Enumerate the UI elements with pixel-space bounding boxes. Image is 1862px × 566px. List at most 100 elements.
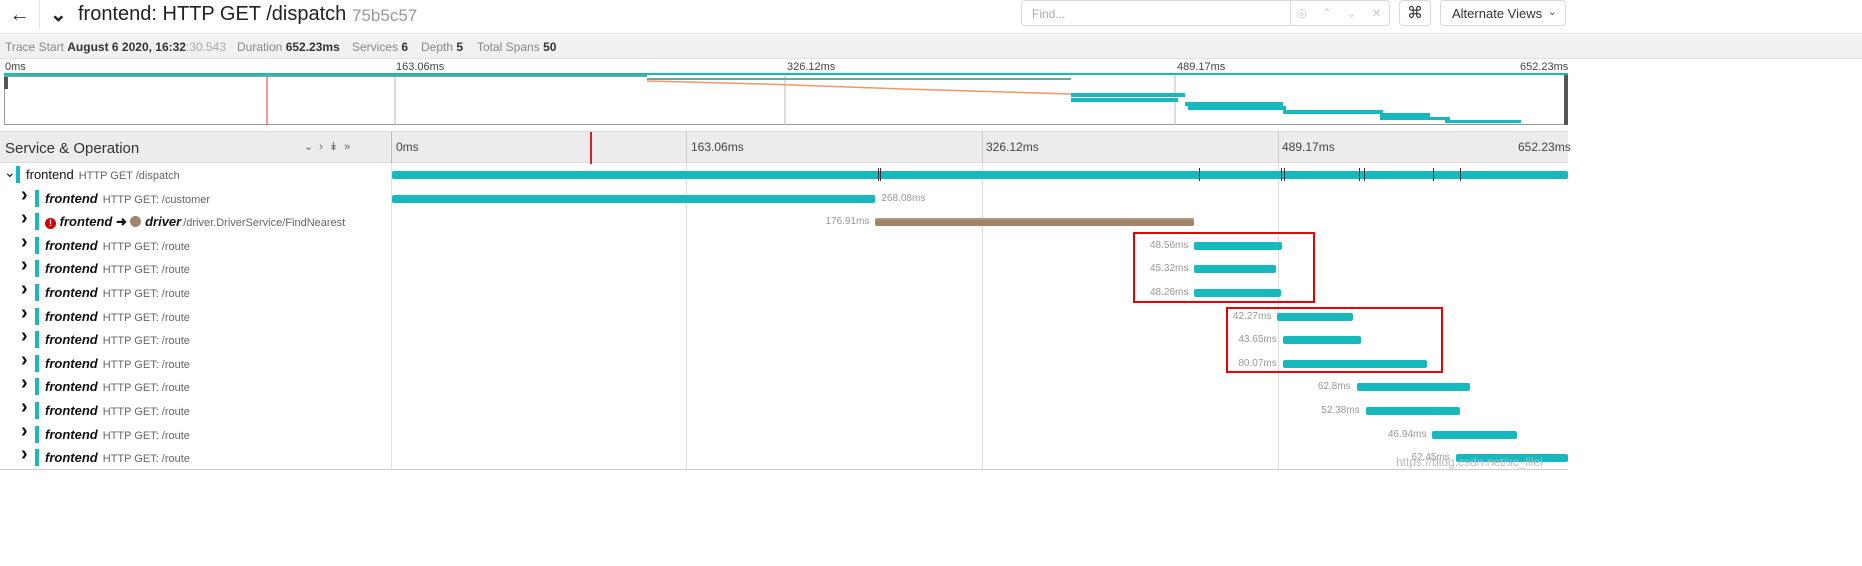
- minimap-canvas[interactable]: [4, 73, 1568, 125]
- top-bar: ← ⌄ frontend: HTTP GET /dispatch 75b5c57…: [0, 0, 1862, 34]
- span-row[interactable]: › frontend HTTP GET: /route 52.38ms: [0, 396, 1568, 423]
- span-name-cell[interactable]: › frontend HTTP GET: /route: [0, 325, 392, 352]
- chevron-right-icon[interactable]: ›: [21, 231, 28, 254]
- span-bar-cell[interactable]: 52.38ms: [392, 399, 1568, 423]
- span-duration-label: 268.08ms: [881, 192, 926, 204]
- operation-name: HTTP GET: /customer: [102, 193, 211, 206]
- span-row[interactable]: › frontend HTTP GET: /route 48.26ms: [0, 278, 1568, 305]
- column-divider[interactable]: [391, 132, 392, 164]
- header-tick: 0ms: [396, 140, 419, 154]
- service-label: frontend: [45, 332, 98, 348]
- total-spans-label: Total Spans: [477, 40, 540, 54]
- span-row[interactable]: › frontend HTTP GET: /route 45.32ms: [0, 254, 1568, 281]
- service-name: frontend HTTP GET: /route: [45, 309, 190, 324]
- span-bar-cell[interactable]: 45.32ms: [392, 257, 1568, 281]
- span-name-cell[interactable]: › frontend HTTP GET: /route: [0, 254, 392, 281]
- span-bar-cell[interactable]: 46.94ms: [392, 423, 1568, 447]
- span-bar[interactable]: [392, 171, 1568, 179]
- service-label: frontend: [45, 237, 98, 253]
- span-bar-cell[interactable]: 48.26ms: [392, 281, 1568, 305]
- minimap-right-handle: [1564, 73, 1568, 125]
- span-bar[interactable]: [1356, 383, 1470, 392]
- span-row[interactable]: › frontend HTTP GET: /customer 268.08ms: [0, 184, 1568, 211]
- span-name-cell[interactable]: › frontend HTTP GET: /route: [0, 302, 392, 329]
- chevron-down-icon[interactable]: ⌄: [4, 164, 16, 181]
- span-name-cell[interactable]: › frontend HTTP GET: /route: [0, 420, 392, 447]
- chevron-down-icon[interactable]: ⌄: [1347, 6, 1357, 20]
- arrow-left-icon: ←: [9, 3, 30, 26]
- collapse-one-icon[interactable]: ⌄: [304, 141, 319, 153]
- span-name-cell[interactable]: › frontend HTTP GET: /route: [0, 396, 392, 423]
- span-bar-cell[interactable]: [392, 163, 1568, 187]
- chevron-right-icon[interactable]: ›: [21, 207, 28, 230]
- span-row[interactable]: ⌄ frontend HTTP GET /dispatch: [0, 163, 1568, 187]
- trace-start-value: August 6 2020, 16:32: [67, 40, 186, 54]
- service-name: ! frontend ➜ driver/driver.DriverService…: [45, 214, 345, 230]
- minimap-span: [647, 78, 1071, 80]
- span-bar-cell[interactable]: 48.56ms: [392, 234, 1568, 258]
- service-color-marker: [35, 307, 39, 325]
- span-bar-cell[interactable]: 268.08ms: [392, 187, 1568, 211]
- operation-name: HTTP GET: /route: [102, 264, 190, 277]
- span-row[interactable]: › frontend HTTP GET: /route 62.45ms: [0, 443, 1569, 470]
- service-name: frontend HTTP GET: /route: [45, 356, 190, 371]
- minimap-span: [1188, 106, 1286, 110]
- service-name: frontend HTTP GET: /route: [45, 450, 190, 465]
- span-row[interactable]: › frontend HTTP GET: /route 62.8ms: [0, 372, 1568, 399]
- span-name-cell[interactable]: › frontend HTTP GET: /customer: [0, 184, 392, 211]
- span-bar-cell[interactable]: 62.45ms: [392, 446, 1569, 470]
- watermark: https://blog.csdn.net/sc_lilei: [1396, 455, 1543, 469]
- span-bar[interactable]: [1432, 430, 1517, 439]
- operation-name: HTTP GET: /route: [102, 240, 190, 253]
- span-bar-cell[interactable]: 176.91ms: [392, 210, 1568, 234]
- chevron-right-icon[interactable]: ›: [21, 372, 28, 395]
- target-icon[interactable]: ◎: [1296, 6, 1306, 20]
- back-button[interactable]: ←: [0, 0, 40, 30]
- operation-name: HTTP GET: /route: [102, 288, 190, 300]
- total-spans-value: 50: [543, 40, 557, 54]
- chevron-right-icon[interactable]: ›: [21, 302, 28, 325]
- find-input[interactable]: Find...: [1021, 0, 1291, 26]
- span-bar[interactable]: [392, 194, 876, 203]
- chevron-right-icon[interactable]: ›: [21, 184, 28, 207]
- span-bar[interactable]: [875, 218, 1195, 227]
- chevron-right-icon[interactable]: ›: [21, 349, 28, 372]
- alternate-views-dropdown[interactable]: Alternate Views ⌄: [1440, 0, 1566, 26]
- depth-label: Depth: [421, 40, 454, 54]
- span-name-cell[interactable]: › ! frontend ➜ driver/driver.DriverServic…: [0, 207, 392, 234]
- operation-name: HTTP GET: /route: [102, 358, 190, 371]
- service-color-marker: [35, 378, 39, 396]
- chevron-up-icon[interactable]: ⌃: [1322, 6, 1332, 20]
- span-bar-cell[interactable]: 62.8ms: [392, 375, 1568, 399]
- chevron-right-icon[interactable]: ›: [21, 420, 28, 443]
- span-row[interactable]: › frontend HTTP GET: /route 48.56ms: [0, 231, 1568, 258]
- expand-all-icon[interactable]: »: [344, 141, 356, 153]
- chevron-right-icon[interactable]: ›: [21, 278, 28, 301]
- span-bar[interactable]: [1365, 407, 1461, 415]
- header-tick: 489.17ms: [1282, 140, 1335, 154]
- expand-one-icon[interactable]: ›: [319, 141, 329, 153]
- span-name-cell[interactable]: › frontend HTTP GET: /route: [0, 231, 392, 258]
- collapse-all-icon[interactable]: ↡: [329, 141, 344, 153]
- span-name-cell[interactable]: › frontend HTTP GET: /route: [0, 372, 392, 399]
- span-name-cell[interactable]: › frontend HTTP GET: /route: [0, 443, 392, 470]
- span-row[interactable]: › frontend HTTP GET: /route 46.94ms: [0, 420, 1568, 447]
- keyboard-shortcuts-button[interactable]: ⌘: [1399, 0, 1431, 26]
- span-name-cell[interactable]: ⌄ frontend HTTP GET /dispatch: [0, 163, 392, 187]
- chevron-right-icon[interactable]: ›: [21, 396, 28, 419]
- service-name: frontend HTTP GET: /route: [45, 403, 190, 418]
- span-name-cell[interactable]: › frontend HTTP GET: /route: [0, 278, 392, 305]
- span-log-marker: [1284, 168, 1285, 181]
- span-name-cell[interactable]: › frontend HTTP GET: /route: [0, 349, 392, 376]
- chevron-down-icon[interactable]: ⌄: [50, 2, 67, 27]
- chevron-right-icon[interactable]: ›: [21, 325, 28, 348]
- close-icon[interactable]: ✕: [1372, 6, 1382, 20]
- span-row[interactable]: › ! frontend ➜ driver/driver.DriverServic…: [0, 207, 1568, 234]
- chevron-right-icon[interactable]: ›: [21, 443, 28, 466]
- header-tick: 652.23ms: [1518, 140, 1571, 154]
- highlight-box: [1226, 307, 1443, 373]
- services-stat: Services 6: [352, 40, 408, 54]
- service-label: frontend: [59, 214, 113, 230]
- chevron-right-icon[interactable]: ›: [21, 254, 28, 277]
- span-log-marker: [1460, 168, 1461, 181]
